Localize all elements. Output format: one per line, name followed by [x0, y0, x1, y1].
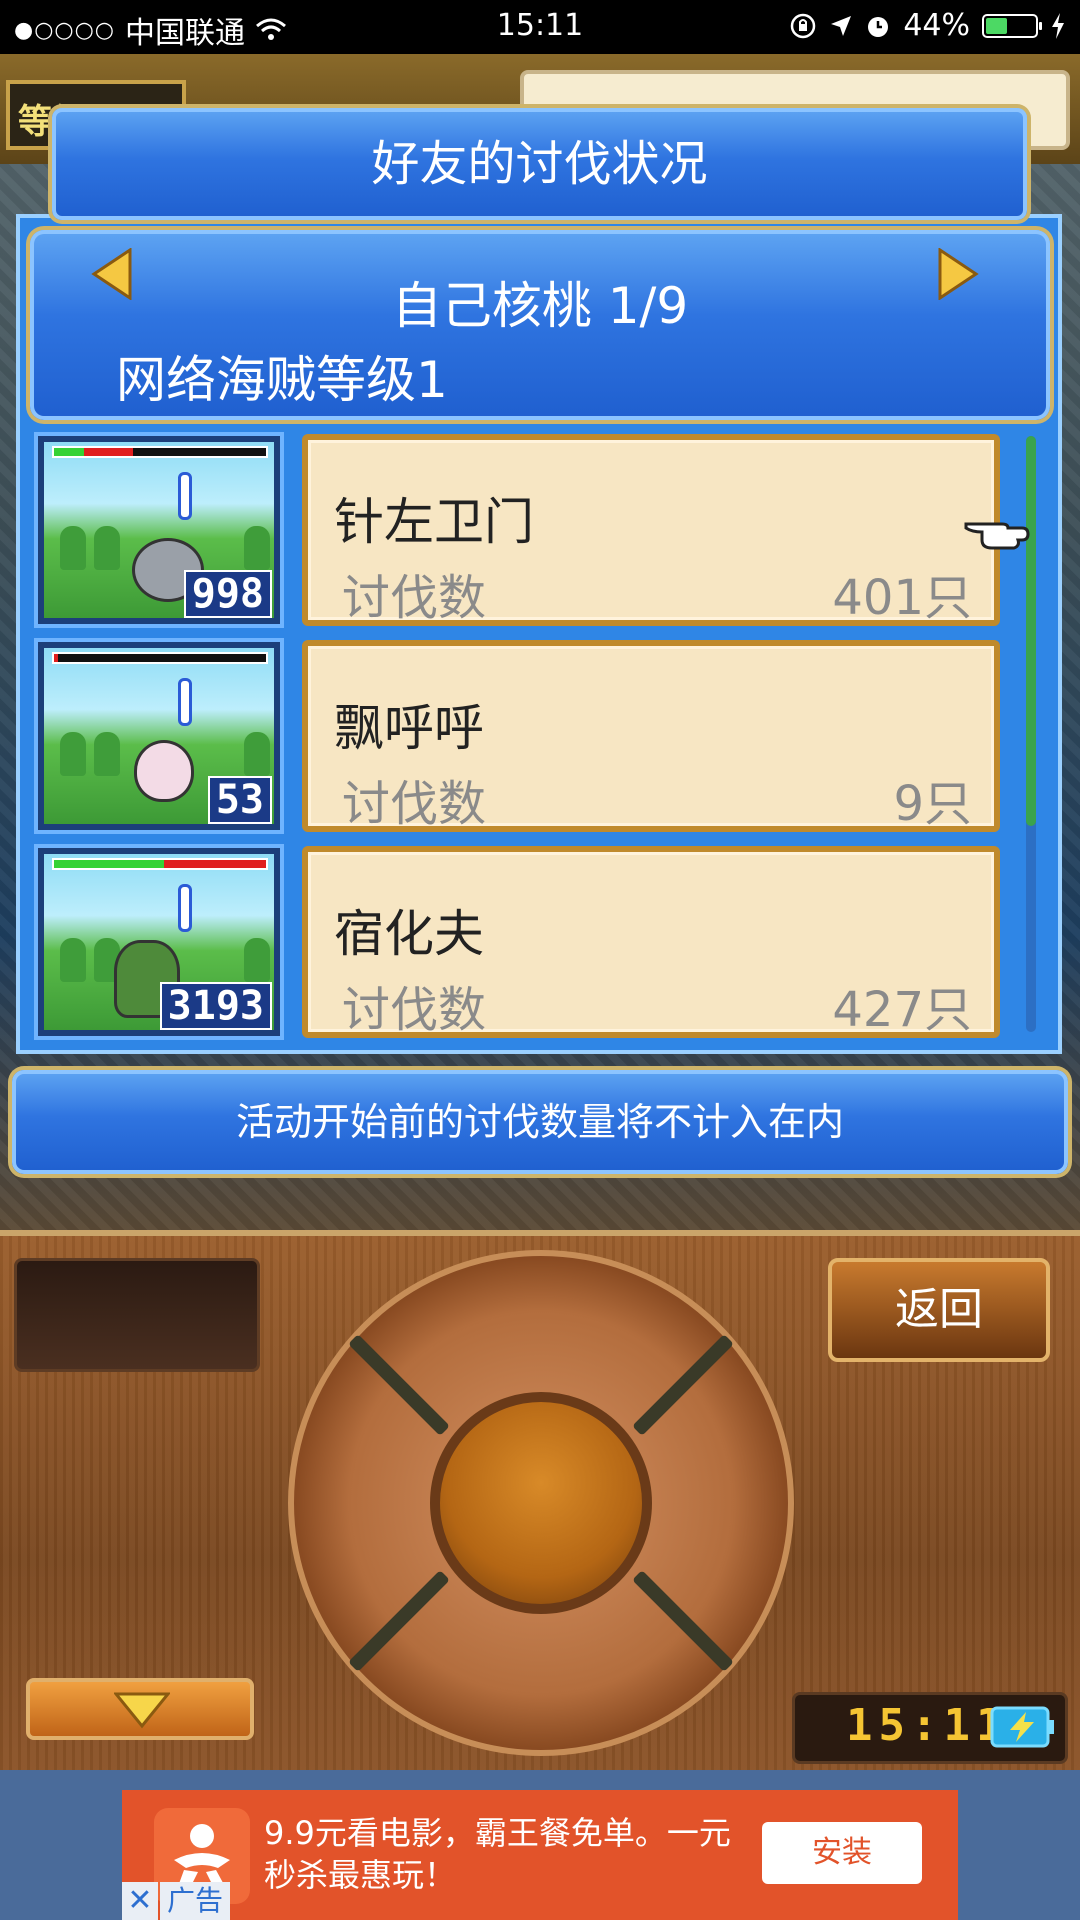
friend-pirate-level: 网络海贼等级1 — [116, 351, 448, 409]
monster-thumbnail: 3193 — [34, 844, 284, 1040]
monster-hp-bar — [52, 446, 268, 458]
ad-text: 9.9元看电影，霸王餐免单。一元秒杀最惠玩！ — [264, 1814, 731, 1894]
install-button[interactable]: 安装 — [762, 1822, 922, 1884]
monster-sprite — [134, 740, 194, 802]
monster-hp-bar — [52, 858, 268, 870]
monster-name: 宿化夫 — [334, 905, 484, 963]
down-arrow-icon — [114, 1692, 170, 1729]
console-screen-slot — [14, 1258, 260, 1372]
hp-green-fill — [54, 448, 84, 456]
defeat-count-value: 427只 — [832, 982, 972, 1038]
status-bar: ●○○○○ 中国联通 15:11 44% — [0, 0, 1080, 54]
defeat-count-label: 讨伐数 — [342, 776, 487, 832]
monster-thumbnail: 53 — [34, 638, 284, 834]
tree — [94, 526, 120, 570]
game-clock: 15:11 — [846, 1700, 1009, 1751]
location-arrow-icon — [829, 14, 853, 38]
menu-toggle-button[interactable] — [26, 1678, 254, 1740]
back-button[interactable]: 返回 — [828, 1258, 1050, 1362]
tree — [60, 938, 86, 982]
list-item[interactable]: 53 飘呼呼 讨伐数 9只 — [30, 636, 1040, 836]
alarm-icon — [865, 13, 891, 39]
hp-red-fill — [54, 654, 58, 662]
monster-name: 飘呼呼 — [334, 699, 484, 757]
defeat-count-value: 9只 — [893, 776, 972, 832]
tree — [60, 526, 86, 570]
alert-icon — [178, 472, 192, 520]
pointing-hand-icon — [962, 506, 1032, 556]
tree — [60, 732, 86, 776]
notice-text: 活动开始前的讨伐数量将不计入在内 — [235, 1100, 844, 1144]
monster-list[interactable]: 998 针左卫门 讨伐数 401只 53 飘呼呼 讨伐数 9只 3193 宿化夫… — [30, 430, 1040, 1042]
hp-green-fill — [54, 860, 164, 868]
dialog-title: 好友的讨伐状况 — [371, 136, 708, 192]
battery-percent: 44% — [903, 8, 970, 43]
charging-bolt-icon — [990, 1704, 1056, 1750]
hp-red-fill — [164, 860, 266, 868]
friend-page-title: 自己核桃 1/9 — [391, 277, 689, 335]
monster-level-badge: 998 — [183, 570, 272, 618]
status-right: 44% — [789, 8, 1066, 43]
ad-tag: 广告 — [160, 1882, 230, 1920]
defeat-count-value: 401只 — [832, 570, 972, 626]
list-item[interactable]: 3193 宿化夫 讨伐数 427只 — [30, 842, 1040, 1042]
list-item[interactable]: 998 针左卫门 讨伐数 401只 — [30, 430, 1040, 630]
monster-card[interactable]: 飘呼呼 讨伐数 9只 — [302, 640, 1000, 832]
monster-thumbnail: 998 — [34, 432, 284, 628]
monster-card[interactable]: 针左卫门 讨伐数 401只 — [302, 434, 1000, 626]
action-button[interactable] — [430, 1392, 652, 1614]
notice-banner: 活动开始前的讨伐数量将不计入在内 — [12, 1070, 1068, 1174]
hp-red-fill — [84, 448, 133, 456]
close-icon[interactable]: ✕ — [122, 1882, 158, 1920]
battery-fill — [986, 17, 1007, 34]
arrow-right-icon[interactable] — [936, 248, 980, 300]
charging-bolt-icon — [1050, 12, 1066, 39]
battery-icon — [982, 13, 1042, 38]
monster-name: 针左卫门 — [334, 493, 534, 551]
tree — [94, 732, 120, 776]
dialog-title-banner: 好友的讨伐状况 — [52, 108, 1027, 220]
alert-icon — [178, 884, 192, 932]
scrollbar-thumb[interactable] — [1026, 436, 1036, 826]
monster-hp-bar — [52, 652, 268, 664]
tree — [244, 938, 270, 982]
tree — [244, 732, 270, 776]
alert-icon — [178, 678, 192, 726]
defeat-count-label: 讨伐数 — [342, 570, 487, 626]
monster-level-badge: 53 — [207, 776, 272, 824]
monster-card[interactable]: 宿化夫 讨伐数 427只 — [302, 846, 1000, 1038]
friend-header-banner: 自己核桃 1/9 网络海贼等级1 — [30, 230, 1050, 420]
monster-level-badge: 3193 — [159, 982, 272, 1030]
rotation-lock-icon — [789, 12, 817, 40]
tree — [244, 526, 270, 570]
defeat-count-label: 讨伐数 — [342, 982, 487, 1038]
arrow-left-icon[interactable] — [90, 248, 134, 300]
